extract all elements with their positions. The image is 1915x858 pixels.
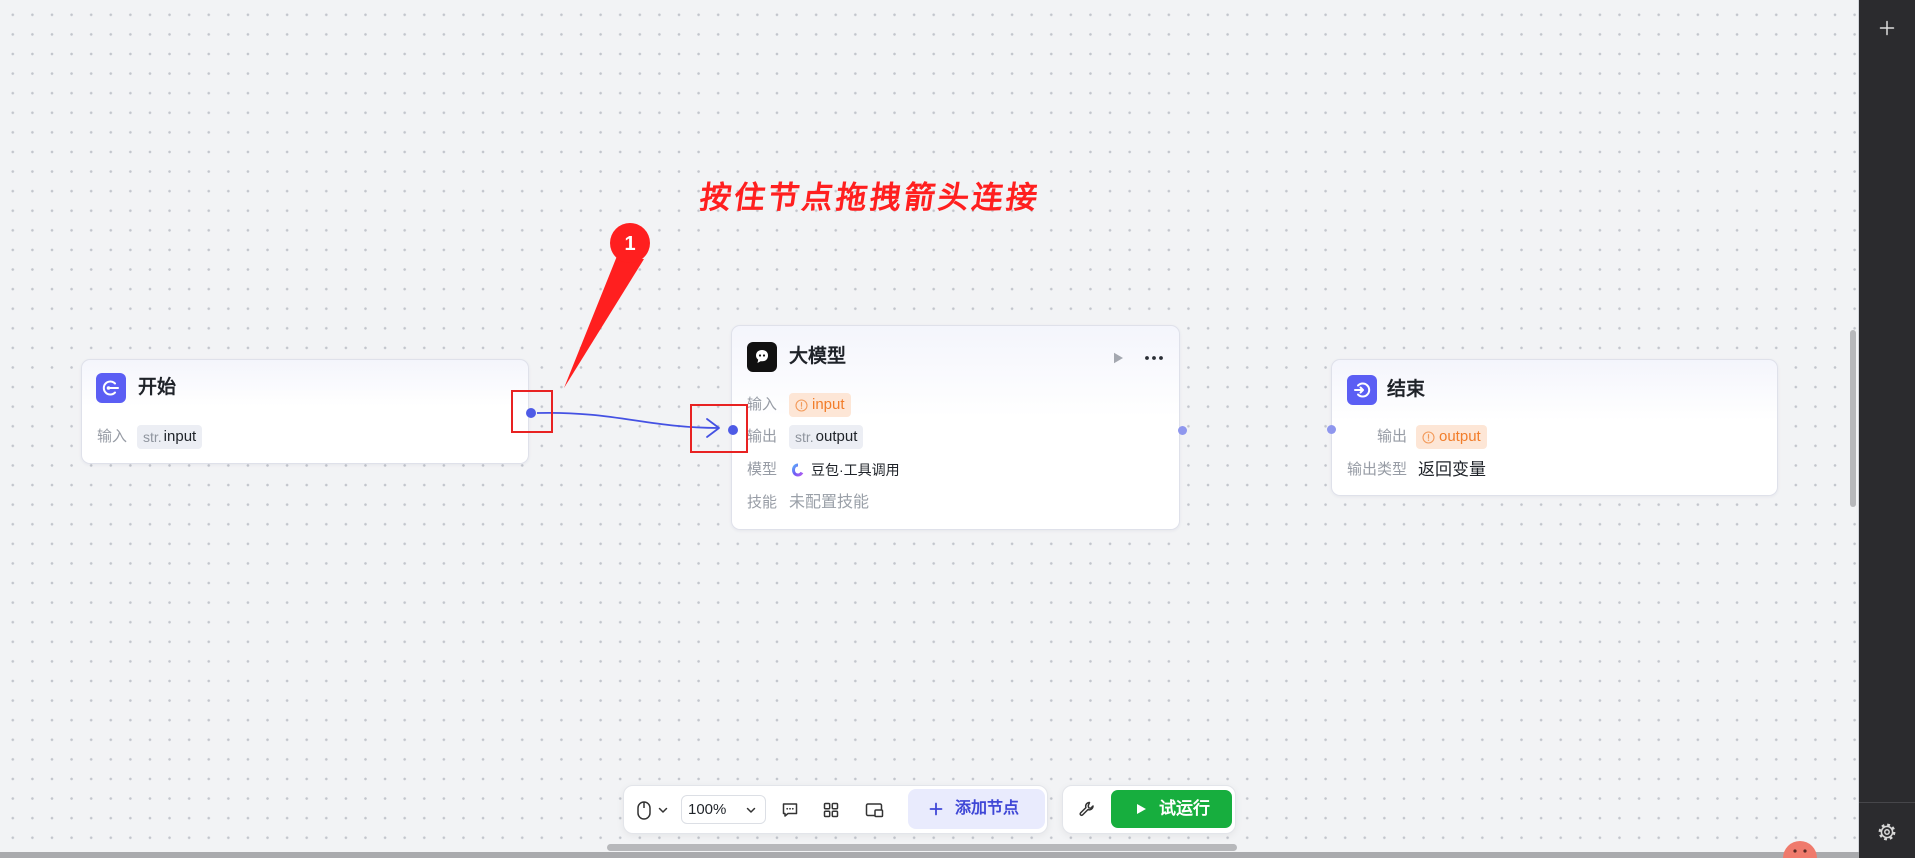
- chevron-down-icon: [746, 807, 756, 813]
- input-variable-tag: str. input: [137, 425, 203, 449]
- input-label: 输入: [97, 428, 128, 445]
- node-title: 大模型: [789, 346, 847, 367]
- minimap-button[interactable]: [864, 800, 884, 820]
- input-variable-tag: input: [789, 393, 851, 417]
- run-toolbar: 试运行: [1062, 785, 1236, 834]
- vertical-scrollbar[interactable]: [1850, 330, 1856, 507]
- assistant-avatar-icon[interactable]: [1783, 838, 1817, 858]
- zoom-value: 100%: [688, 801, 727, 818]
- node-title: 开始: [138, 377, 177, 398]
- minimap-icon: [865, 803, 883, 818]
- output-type-value: 返回变量: [1418, 460, 1486, 479]
- run-node-button[interactable]: [1108, 348, 1128, 368]
- output-type-label: 输出类型: [1346, 461, 1407, 478]
- output-label: 输出: [747, 428, 778, 445]
- connection-edge[interactable]: [536, 411, 720, 429]
- start-output-port[interactable]: [526, 408, 536, 418]
- start-node[interactable]: 开始 输入 str. input: [81, 359, 529, 464]
- node-title: 结束: [1387, 379, 1426, 400]
- mouse-icon: [637, 800, 651, 820]
- plus-icon: [1879, 20, 1895, 36]
- interaction-mode-button[interactable]: [634, 798, 672, 822]
- variable-name: output: [815, 428, 858, 445]
- auto-layout-button[interactable]: [821, 800, 841, 820]
- divider: [1859, 802, 1915, 803]
- start-icon: [96, 373, 126, 403]
- end-input-port[interactable]: [1326, 424, 1336, 434]
- model-label: 模型: [747, 461, 778, 478]
- play-icon: [1114, 352, 1123, 364]
- plus-icon: [929, 802, 943, 816]
- variable-name: output: [1439, 428, 1481, 445]
- chevron-down-icon: [658, 807, 668, 813]
- skill-label: 技能: [747, 494, 778, 511]
- debug-settings-button[interactable]: [1077, 799, 1097, 819]
- comment-icon: [782, 803, 798, 817]
- annotation-instruction: 按住节点拖拽箭头连接: [697, 180, 1043, 215]
- test-run-label: 试运行: [1159, 799, 1210, 818]
- wrench-icon: [1079, 801, 1094, 817]
- output-label: 输出: [1376, 428, 1407, 445]
- model-name: 豆包·工具调用: [811, 462, 900, 478]
- output-variable-tag: str. output: [789, 425, 864, 449]
- add-comment-button[interactable]: [780, 800, 800, 820]
- llm-input-port[interactable]: [728, 425, 738, 435]
- add-node-label: 添加节点: [955, 800, 1020, 817]
- doubao-model-icon: [792, 463, 804, 477]
- zoom-select[interactable]: 100%: [681, 795, 766, 824]
- end-icon: [1347, 375, 1377, 405]
- variable-type: str.: [795, 429, 814, 445]
- model-value: 豆包·工具调用: [790, 458, 900, 482]
- more-options-button[interactable]: [1142, 348, 1166, 368]
- end-node[interactable]: 结束 输出 output 输出类型 返回变量: [1331, 359, 1778, 496]
- bottom-border: [0, 852, 1859, 858]
- skill-value: 未配置技能: [789, 494, 870, 511]
- add-panel-button[interactable]: [1873, 14, 1901, 42]
- more-icon: [1145, 356, 1163, 360]
- gear-icon: [1878, 823, 1896, 841]
- llm-node[interactable]: 大模型 输入 input 输出 str. output 模型 豆包·工具调用 技…: [731, 325, 1180, 530]
- variable-name: input: [163, 428, 197, 445]
- settings-button[interactable]: [1873, 818, 1901, 846]
- info-circle-icon: [795, 398, 808, 412]
- variable-type: str.: [143, 429, 162, 445]
- output-variable-tag: output: [1416, 425, 1487, 449]
- add-node-button[interactable]: 添加节点: [908, 789, 1045, 829]
- play-icon: [1137, 804, 1146, 814]
- horizontal-scrollbar[interactable]: [607, 844, 1237, 851]
- llm-icon: [747, 342, 777, 372]
- canvas-toolbar: 100% 添加节点: [623, 785, 1048, 834]
- llm-output-port[interactable]: [1177, 425, 1187, 435]
- workflow-canvas[interactable]: 开始 输入 str. input 大模型 输入 input 输出 str. ou…: [0, 0, 1859, 852]
- info-circle-icon: [1422, 430, 1435, 444]
- grid-icon: [823, 802, 839, 818]
- input-label: 输入: [747, 396, 778, 413]
- test-run-button[interactable]: 试运行: [1111, 790, 1232, 828]
- right-sidebar: [1859, 0, 1915, 858]
- variable-name: input: [812, 396, 845, 413]
